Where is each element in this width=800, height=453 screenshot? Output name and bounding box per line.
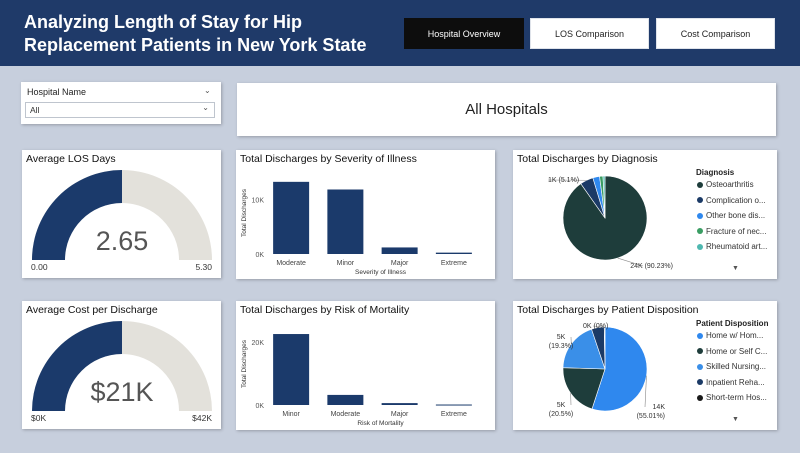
data-label: 14K [653, 404, 666, 411]
legend-label: Home or Self C... [706, 346, 768, 356]
x-tick-label: Minor [282, 411, 300, 418]
diagnosis-pie-card: Total Discharges by Diagnosis 24K (90.23… [513, 150, 777, 279]
legend-marker [697, 212, 703, 219]
data-label: 5K [557, 334, 566, 341]
report-title: Analyzing Length of Stay for Hip Replace… [24, 12, 367, 55]
filter-label: Hospital Name [27, 87, 87, 97]
legend-item[interactable]: Osteoarthritis [697, 180, 754, 189]
legend-title: Diagnosis [696, 168, 735, 177]
legend-label: Home w/ Hom... [706, 331, 764, 340]
legend-label: Other bone dis... [706, 211, 766, 220]
banner-text: All Hospitals [465, 101, 548, 118]
legend-marker [697, 363, 703, 370]
los-gauge-card: Average LOS Days 2.65 0.00 5.30 [22, 150, 221, 278]
legend-scroll-down-icon[interactable]: ▼ [732, 416, 739, 423]
mortality-bar-chart: 0K 20K Total Discharges Risk of Mortality Mi… [241, 334, 472, 427]
legend-marker [697, 181, 703, 188]
data-label: 24K (90.23%) [630, 263, 673, 270]
legend-label: Skilled Nursing... [706, 362, 767, 371]
hospital-select-value: All [30, 105, 40, 115]
cost-gauge: $21K $0K $42K [31, 321, 212, 423]
legend-label: Rheumatoid art... [706, 242, 768, 251]
gauge-max-label: 5.30 [195, 262, 212, 272]
legend-label: Fracture of nec... [706, 226, 767, 236]
legend-item[interactable]: Other bone dis... [697, 211, 765, 220]
bar [381, 247, 418, 254]
gauge-min-label: $0K [31, 413, 46, 423]
chevron-down-icon: ⌄ [202, 103, 209, 112]
legend-item[interactable]: Home or Self C... [697, 347, 767, 356]
x-tick-label: Minor [337, 260, 355, 267]
bar [327, 189, 364, 254]
y-tick-label: 10K [252, 197, 265, 204]
hospital-filter: Hospital Name ⌄ All ⌄ [21, 82, 221, 124]
legend-marker [697, 197, 703, 204]
x-tick-label: Major [391, 411, 409, 418]
legend-item[interactable]: Rheumatoid art... [697, 242, 767, 251]
bar [327, 394, 364, 405]
legend-item[interactable]: Inpatient Reha... [697, 378, 765, 387]
x-axis-label: Severity of Illness [355, 269, 407, 276]
x-tick-label: Extreme [441, 411, 467, 418]
bar [435, 252, 472, 254]
y-tick-label: 0K [255, 403, 264, 410]
legend-item[interactable]: Short-term Hos... [697, 393, 767, 402]
x-tick-label: Extreme [441, 260, 467, 267]
y-tick-label: 20K [252, 340, 265, 347]
legend-marker [697, 379, 703, 386]
bar [273, 334, 310, 405]
bar [381, 403, 418, 405]
y-tick-label: 0K [255, 252, 264, 259]
header-bar: Analyzing Length of Stay for Hip Replace… [0, 0, 800, 66]
legend-label: Inpatient Reha... [706, 377, 765, 387]
legend-label: Complication o... [706, 195, 766, 205]
legend-item[interactable]: Skilled Nursing... [697, 362, 766, 371]
severity-bar-chart: 0K 10K Total Discharges Severity of Illness… [241, 181, 472, 276]
legend-marker [697, 332, 703, 339]
cost-gauge-card: Average Cost per Discharge $21K $0K $42K [22, 301, 221, 429]
tab-hospital-overview[interactable]: Hospital Overview [404, 18, 524, 49]
data-label: 0K (0%) [583, 323, 608, 330]
legend-item[interactable]: Home w/ Hom... [697, 331, 763, 340]
legend-title: Patient Disposition [696, 319, 769, 328]
legend-label: Short-term Hos... [706, 393, 767, 402]
y-axis-label: Total Discharges [241, 339, 248, 388]
mortality-bar-card: Total Discharges by Risk of Mortality 0K… [236, 301, 495, 430]
selected-hospital-banner: All Hospitals [237, 83, 776, 136]
data-label: 5K [557, 402, 566, 409]
hospital-select[interactable]: All ⌄ [25, 102, 215, 118]
gauge-value: $21K [90, 377, 153, 407]
data-label: (55.01%) [637, 413, 665, 420]
legend-marker [697, 348, 703, 355]
dashboard: Analyzing Length of Stay for Hip Replace… [0, 0, 800, 453]
legend-marker [697, 228, 703, 235]
x-tick-label: Major [391, 260, 409, 267]
severity-bar-card: Total Discharges by Severity of Illness … [236, 150, 495, 279]
tab-los-comparison[interactable]: LOS Comparison [530, 18, 649, 49]
bar [435, 404, 472, 406]
legend-item[interactable]: Fracture of nec... [697, 227, 766, 236]
x-axis-label: Risk of Mortality [357, 420, 404, 427]
gauge-value: 2.65 [96, 226, 149, 256]
chevron-down-icon[interactable]: ⌄ [204, 86, 211, 95]
x-tick-label: Moderate [331, 411, 361, 418]
legend-marker [697, 243, 703, 250]
legend-item[interactable]: Complication o... [697, 196, 766, 205]
y-axis-label: Total Discharges [241, 188, 248, 237]
data-label: (20.5%) [549, 411, 574, 418]
legend-scroll-down-icon[interactable]: ▼ [732, 265, 739, 272]
disposition-pie-card: Total Discharges by Patient Disposition … [513, 301, 777, 430]
gauge-min-label: 0.00 [31, 262, 48, 272]
bar [273, 181, 310, 254]
data-label: (19.3%) [549, 343, 574, 350]
gauge-max-label: $42K [192, 413, 212, 423]
data-label: 1K (5.1%) [548, 177, 579, 184]
los-gauge: 2.65 0.00 5.30 [31, 170, 212, 272]
x-tick-label: Moderate [276, 260, 306, 267]
tab-cost-comparison[interactable]: Cost Comparison [656, 18, 775, 49]
legend-label: Osteoarthritis [706, 180, 754, 189]
legend-marker [697, 394, 703, 401]
